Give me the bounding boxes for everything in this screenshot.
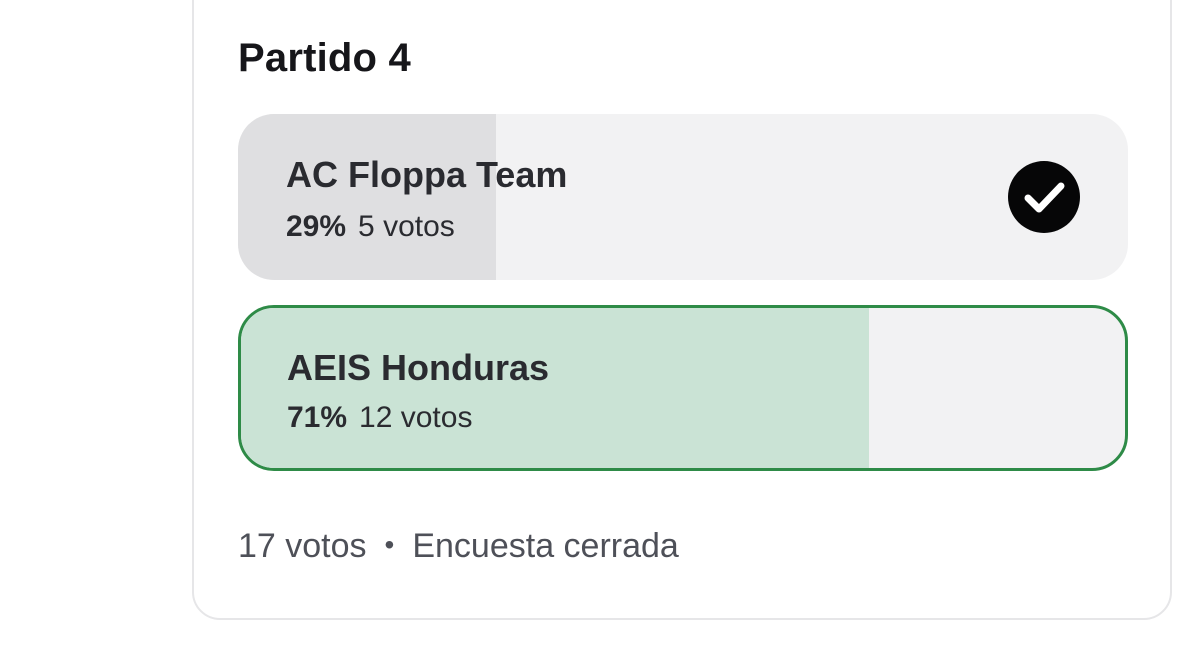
poll-title: Partido 4 xyxy=(238,36,411,80)
option-votes: 5 votos xyxy=(358,210,455,243)
option-percent: 71% xyxy=(287,401,348,434)
total-votes: 17 votos xyxy=(238,527,367,565)
poll-footer: 17 votos • Encuesta cerrada xyxy=(238,527,679,566)
checkmark-icon xyxy=(1008,161,1080,233)
option-stats: 29% 5 votos xyxy=(286,210,455,244)
option-label: AC Floppa Team xyxy=(286,154,568,195)
option-stats: 71% 12 votos xyxy=(287,401,472,435)
option-votes: 12 votos xyxy=(359,401,473,434)
footer-separator: • xyxy=(384,529,395,560)
poll-option-aeis-honduras[interactable]: AEIS Honduras 71% 12 votos xyxy=(238,305,1128,471)
option-result-bar xyxy=(238,114,497,280)
option-label: AEIS Honduras xyxy=(287,347,550,388)
poll-status: Encuesta cerrada xyxy=(412,527,679,565)
poll-option-ac-floppa-team[interactable]: AC Floppa Team 29% 5 votos xyxy=(238,114,1128,280)
option-percent: 29% xyxy=(286,210,347,243)
